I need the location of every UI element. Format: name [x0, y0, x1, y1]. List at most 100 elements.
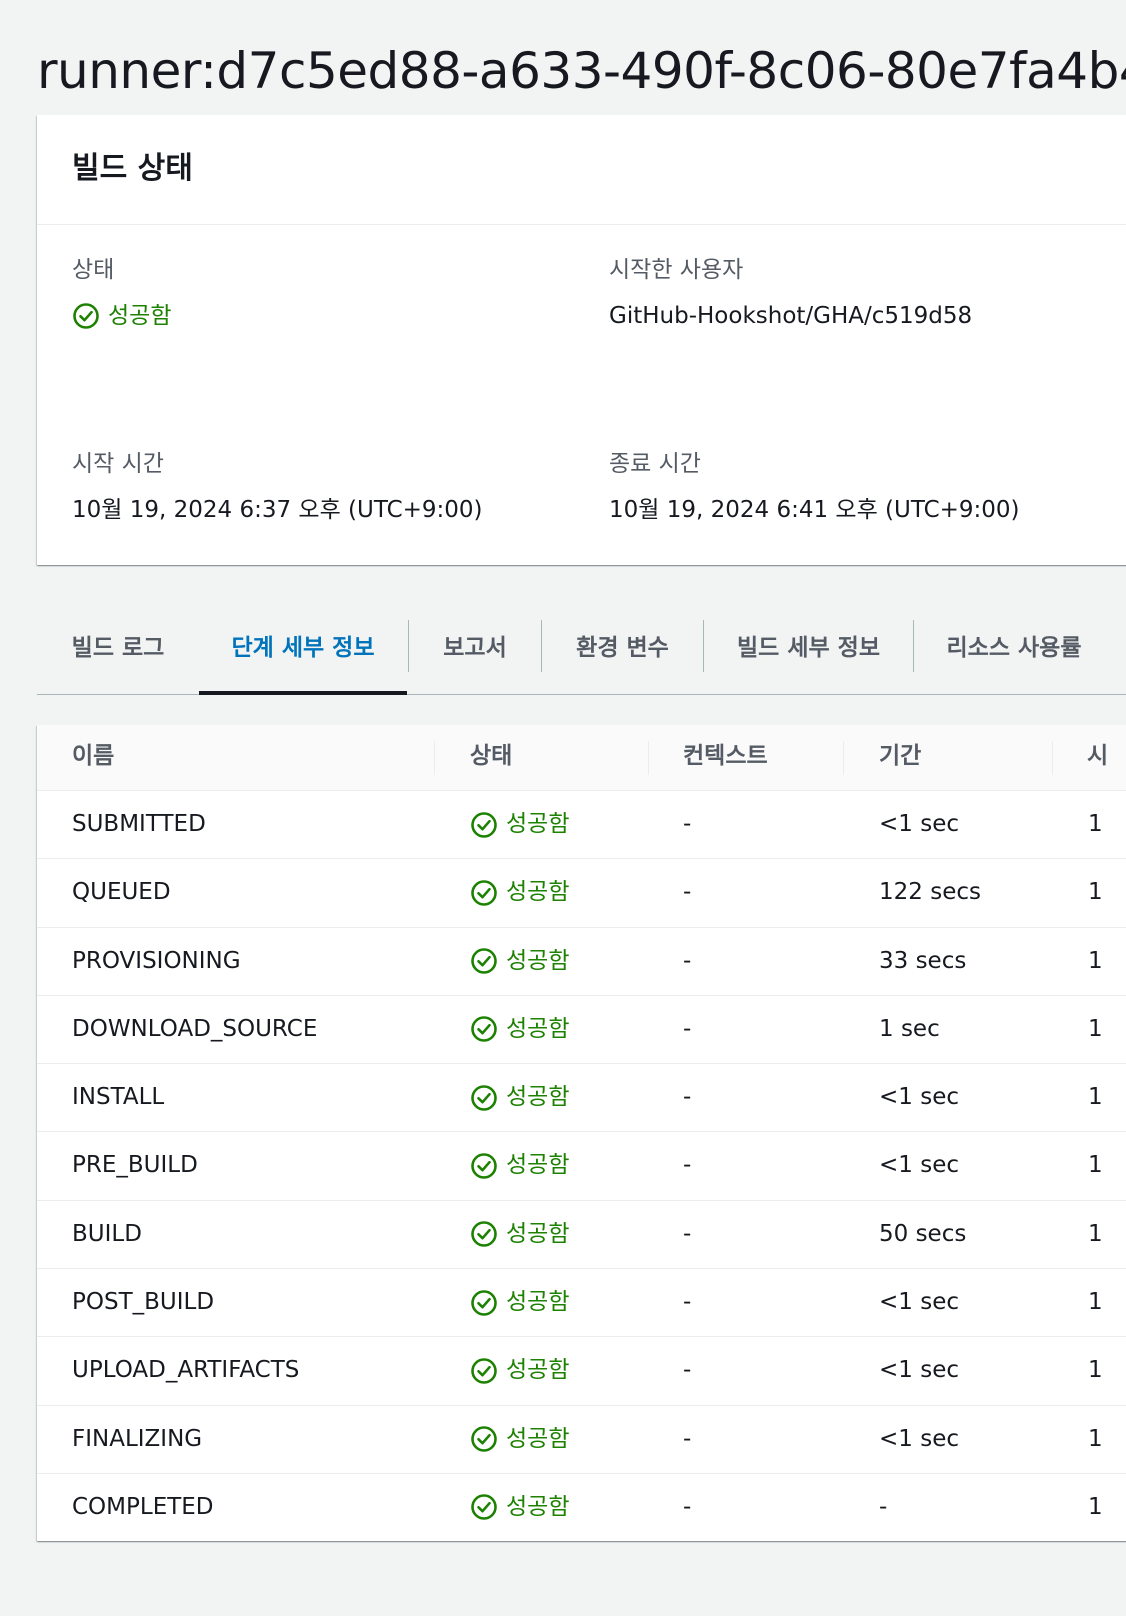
phase-name: SUBMITTED: [72, 811, 206, 837]
phase-name: QUEUED: [72, 879, 171, 906]
tab-build-details[interactable]: 빌드 세부 정보: [704, 620, 913, 695]
tab-build-logs[interactable]: 빌드 로그: [37, 620, 199, 695]
phase-name: FINALIZING: [72, 1425, 203, 1452]
column-header-status[interactable]: 상태: [470, 725, 512, 791]
status-field: 상태 성공함: [72, 255, 171, 331]
phase-start-time: 1: [1088, 1425, 1103, 1452]
table-row: UPLOAD_ARTIFACTS 성공함 - <1 sec 1: [37, 1337, 1126, 1406]
check-circle-icon: [471, 1289, 497, 1316]
check-circle-icon: [471, 1084, 497, 1111]
phase-status: 성공함: [470, 791, 569, 858]
table-row: POST_BUILD 성공함 - <1 sec 1: [37, 1269, 1126, 1338]
phase-status-text: 성공함: [506, 1357, 570, 1384]
status-value: 성공함: [72, 301, 171, 331]
table-row: PROVISIONING 성공함 - 33 secs 1: [37, 928, 1126, 996]
phase-status-text: 성공함: [506, 947, 570, 974]
tab-reports[interactable]: 보고서: [409, 620, 541, 695]
phase-context: -: [683, 947, 692, 974]
initiator-field: 시작한 사용자 GitHub-Hookshot/GHA/c519d58: [609, 255, 972, 331]
check-circle-icon: [471, 1153, 497, 1179]
column-divider: [843, 741, 844, 775]
phase-status-text: 성공함: [506, 1425, 570, 1452]
table-row: PRE_BUILD 성공함 - <1 sec 1: [37, 1132, 1126, 1201]
phase-details-table: 이름 상태 컨텍스트 기간 시 SUBMITTED 성공함 - <1 sec 1…: [37, 725, 1126, 1541]
phase-status-text: 성공함: [506, 1015, 570, 1042]
column-header-name[interactable]: 이름: [72, 725, 114, 791]
initiator-value: GitHub-Hookshot/GHA/c519d58: [609, 303, 973, 329]
phase-context: -: [683, 1015, 692, 1042]
phase-status: 성공함: [470, 928, 569, 995]
phase-duration: 50 secs: [879, 1220, 967, 1247]
end-time-label: 종료 시간: [609, 451, 701, 477]
phase-context: -: [683, 1084, 692, 1111]
phase-context: -: [683, 1152, 692, 1179]
phase-context: -: [683, 811, 692, 837]
check-circle-icon: [471, 1016, 497, 1043]
check-circle-icon: [471, 948, 497, 974]
column-header-context[interactable]: 컨텍스트: [683, 725, 768, 791]
phase-start-time: 1: [1088, 811, 1103, 837]
table-row: QUEUED 성공함 - 122 secs 1: [37, 859, 1126, 928]
column-divider: [434, 741, 435, 775]
phase-status: 성공함: [470, 859, 569, 926]
detail-tabs: 빌드 로그 단계 세부 정보 보고서 환경 변수 빌드 세부 정보 리소스 사용…: [37, 620, 1126, 695]
phase-status-text: 성공함: [506, 879, 570, 906]
phase-status: 성공함: [470, 1406, 569, 1473]
table-body: SUBMITTED 성공함 - <1 sec 1 QUEUED 성공함 - 12…: [37, 791, 1126, 1542]
page-title: runner:d7c5ed88-a633-490f-8c06-80e7fa4b4…: [37, 41, 1126, 100]
phase-start-time: 1: [1088, 1220, 1103, 1247]
phase-status: 성공함: [470, 1474, 569, 1541]
phase-name: INSTALL: [72, 1084, 165, 1111]
phase-start-time: 1: [1088, 947, 1103, 974]
phase-status-text: 성공함: [506, 1152, 570, 1179]
phase-name: POST_BUILD: [72, 1289, 215, 1316]
tab-env-vars[interactable]: 환경 변수: [542, 620, 703, 695]
phase-start-time: 1: [1088, 1289, 1103, 1316]
phase-duration: 33 secs: [879, 947, 967, 974]
phase-duration: -: [879, 1493, 888, 1520]
column-header-duration[interactable]: 기간: [879, 725, 921, 791]
phase-name: COMPLETED: [72, 1493, 214, 1520]
phase-start-time: 1: [1088, 1152, 1103, 1179]
phase-name: UPLOAD_ARTIFACTS: [72, 1357, 300, 1384]
phase-context: -: [683, 1493, 692, 1520]
phase-context: -: [683, 1289, 692, 1316]
phase-context: -: [683, 1357, 692, 1384]
phase-context: -: [683, 879, 692, 906]
phase-status-text: 성공함: [506, 1493, 570, 1520]
table-header: 이름 상태 컨텍스트 기간 시: [37, 725, 1126, 791]
table-row: FINALIZING 성공함 - <1 sec 1: [37, 1406, 1126, 1474]
phase-name: PRE_BUILD: [72, 1152, 198, 1179]
phase-status-text: 성공함: [506, 1220, 570, 1247]
phase-duration: <1 sec: [879, 1357, 959, 1384]
phase-start-time: 1: [1088, 1493, 1103, 1520]
phase-name: DOWNLOAD_SOURCE: [72, 1015, 318, 1042]
phase-duration: <1 sec: [879, 811, 959, 837]
phase-start-time: 1: [1088, 1357, 1103, 1384]
build-status-header: 빌드 상태: [37, 115, 1126, 225]
phase-status: 성공함: [470, 1201, 569, 1268]
phase-status: 성공함: [470, 1269, 569, 1336]
phase-status: 성공함: [470, 1337, 569, 1404]
phase-status-text: 성공함: [506, 1084, 570, 1111]
phase-status: 성공함: [470, 1064, 569, 1131]
phase-start-time: 1: [1088, 1084, 1103, 1111]
end-time-value: 10월 19, 2024 6:41 오후 (UTC+9:00): [609, 497, 1020, 523]
build-status-heading: 빌드 상태: [72, 151, 193, 186]
table-row: INSTALL 성공함 - <1 sec 1: [37, 1064, 1126, 1133]
phase-status-text: 성공함: [506, 1289, 570, 1316]
tab-resource-utilization[interactable]: 리소스 사용률: [914, 620, 1114, 695]
table-row: DOWNLOAD_SOURCE 성공함 - 1 sec 1: [37, 996, 1126, 1065]
phase-status-text: 성공함: [506, 811, 570, 837]
phase-context: -: [683, 1425, 692, 1452]
column-header-start-time[interactable]: 시: [1087, 725, 1108, 791]
tab-phase-details[interactable]: 단계 세부 정보: [199, 620, 407, 695]
end-time-field: 종료 시간 10월 19, 2024 6:41 오후 (UTC+9:00): [609, 449, 1020, 525]
start-time-label: 시작 시간: [72, 451, 164, 477]
phase-duration: <1 sec: [879, 1084, 959, 1111]
phase-context: -: [683, 1220, 692, 1247]
phase-start-time: 1: [1088, 1015, 1103, 1042]
page: runner:d7c5ed88-a633-490f-8c06-80e7fa4b4…: [0, 0, 1126, 1616]
check-circle-icon: [73, 303, 99, 329]
phase-status: 성공함: [470, 1132, 569, 1199]
